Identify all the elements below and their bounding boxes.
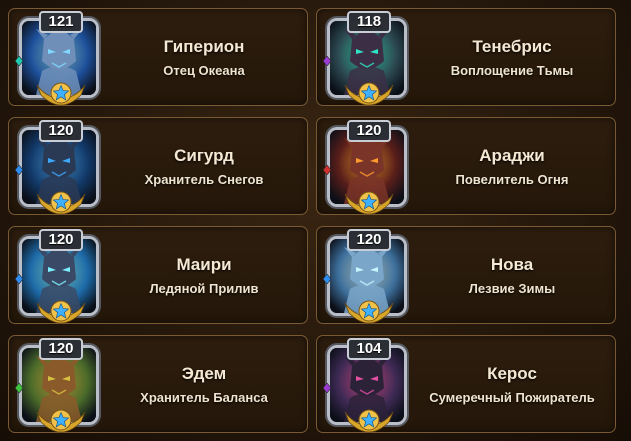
- hero-title: Хранитель Снегов: [144, 172, 264, 187]
- element-gem-icon: [14, 380, 24, 394]
- star-emblem-icon: [35, 408, 87, 434]
- hero-name: Маири: [176, 255, 232, 274]
- hero-name: Араджи: [479, 146, 545, 165]
- hero-level-badge: 120: [39, 229, 83, 251]
- hero-level-badge: 104: [347, 338, 391, 360]
- element-gem-icon: [14, 162, 24, 176]
- hero-title: Воплощение Тьмы: [450, 63, 574, 78]
- hero-name: Гиперион: [163, 37, 245, 56]
- star-emblem-icon: [35, 190, 87, 216]
- element-gem-icon: [14, 271, 24, 285]
- star-emblem-icon: [343, 408, 395, 434]
- hero-card-sigurd[interactable]: 120 Сигурд Хранитель Снегов: [8, 117, 308, 215]
- hero-level-badge: 118: [347, 11, 391, 33]
- hero-card-keros[interactable]: 104 Керос Сумеречный Пожиратель: [316, 335, 616, 433]
- star-emblem-icon: [35, 81, 87, 107]
- hero-grid: 121 Гиперион Отец Океана 118 Тенебрис Во…: [0, 0, 631, 441]
- hero-level-badge: 120: [39, 338, 83, 360]
- hero-title: Ледяной Прилив: [149, 281, 259, 296]
- hero-level-badge: 121: [39, 11, 83, 33]
- hero-card-mairi[interactable]: 120 Маири Ледяной Прилив: [8, 226, 308, 324]
- hero-level-badge: 120: [347, 120, 391, 142]
- element-gem-icon: [322, 271, 332, 285]
- hero-name: Нова: [490, 255, 534, 274]
- hero-name: Эдем: [181, 364, 227, 383]
- hero-card-hyperion[interactable]: 121 Гиперион Отец Океана: [8, 8, 308, 106]
- star-emblem-icon: [343, 190, 395, 216]
- element-gem-icon: [322, 53, 332, 67]
- star-emblem-icon: [343, 81, 395, 107]
- hero-name: Тенебрис: [472, 37, 552, 56]
- hero-card-nova[interactable]: 120 Нова Лезвие Зимы: [316, 226, 616, 324]
- hero-card-edem[interactable]: 120 Эдем Хранитель Баланса: [8, 335, 308, 433]
- hero-title: Сумеречный Пожиратель: [429, 390, 595, 405]
- hero-title: Отец Океана: [163, 63, 245, 78]
- hero-card-tenebris[interactable]: 118 Тенебрис Воплощение Тьмы: [316, 8, 616, 106]
- hero-card-aradji[interactable]: 120 Араджи Повелитель Огня: [316, 117, 616, 215]
- star-emblem-icon: [343, 299, 395, 325]
- star-emblem-icon: [35, 299, 87, 325]
- hero-title: Лезвие Зимы: [468, 281, 556, 296]
- hero-title: Хранитель Баланса: [140, 390, 268, 405]
- hero-level-badge: 120: [347, 229, 391, 251]
- hero-name: Сигурд: [174, 146, 234, 165]
- element-gem-icon: [322, 380, 332, 394]
- element-gem-icon: [322, 162, 332, 176]
- element-gem-icon: [14, 53, 24, 67]
- hero-name: Керос: [487, 364, 537, 383]
- hero-level-badge: 120: [39, 120, 83, 142]
- hero-title: Повелитель Огня: [455, 172, 569, 187]
